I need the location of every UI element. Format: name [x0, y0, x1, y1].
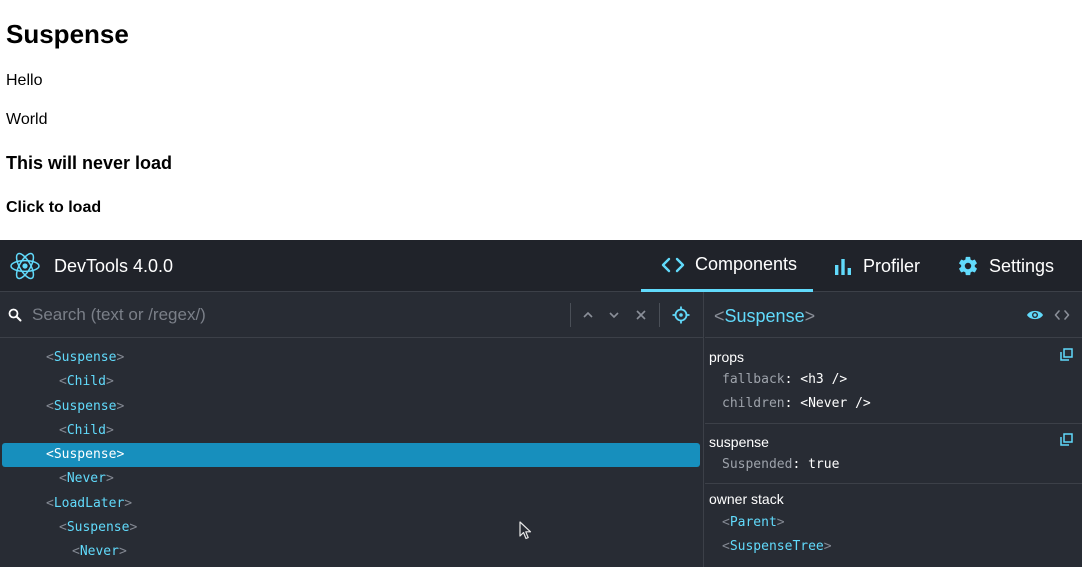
copy-icon[interactable]: [1060, 433, 1073, 446]
view-source-icon[interactable]: [1054, 308, 1070, 322]
prop-children[interactable]: children: <Never />: [722, 395, 871, 413]
click-to-load-button[interactable]: Click to load: [6, 198, 101, 218]
chevron-down-icon: [609, 312, 619, 319]
bar-chart-icon: [835, 259, 851, 275]
tree-row-loadlater[interactable]: <LoadLater>: [0, 492, 703, 516]
owner-suspensetree[interactable]: <SuspenseTree>: [722, 538, 832, 556]
prop-fallback[interactable]: fallback: <h3 />: [722, 371, 847, 389]
devtools-title: DevTools 4.0.0: [54, 256, 174, 276]
chevron-up-icon: [583, 311, 593, 318]
suspended-value[interactable]: Suspended: true: [722, 456, 839, 474]
page-title: Suspense: [6, 19, 129, 49]
props-section: props fallback: <h3 /> children: <Never …: [705, 338, 1082, 424]
tab-components[interactable]: Components: [641, 240, 813, 292]
search-bar: [0, 292, 703, 338]
tree-row-child[interactable]: <Child>: [0, 419, 703, 443]
suspense-title: suspense: [709, 434, 769, 450]
tree-row-suspense[interactable]: <Suspense>: [0, 516, 703, 540]
gear-icon: [959, 256, 977, 276]
clear-search-button[interactable]: [631, 305, 651, 325]
owner-stack-title: owner stack: [709, 491, 784, 507]
devtools-panel: DevTools 4.0.0 Components Profiler Setti…: [0, 240, 1082, 567]
tree-row-never[interactable]: <Never>: [0, 467, 703, 491]
mouse-cursor-icon: [519, 521, 532, 540]
tree-row-suspense-selected[interactable]: <Suspense>: [2, 443, 700, 467]
tab-settings[interactable]: Settings: [957, 240, 1054, 292]
tab-components-label: Components: [695, 254, 798, 274]
select-element-button[interactable]: [671, 305, 691, 325]
inspector-header: <Suspense>: [705, 292, 1082, 338]
close-icon: [636, 310, 646, 320]
previous-result-button[interactable]: [578, 305, 598, 325]
fallback-heading: This will never load: [6, 153, 173, 173]
eye-icon[interactable]: [1026, 308, 1044, 322]
code-icon: [661, 257, 685, 272]
paragraph-hello: Hello: [6, 72, 43, 89]
search-icon: [8, 308, 22, 322]
app-page: Suspense Hello World This will never loa…: [0, 0, 1082, 240]
tab-settings-label: Settings: [989, 255, 1055, 276]
crosshair-icon: [672, 306, 690, 324]
tree-row-never[interactable]: <Never>: [0, 540, 703, 564]
react-logo-icon: [10, 252, 40, 280]
copy-icon[interactable]: [1060, 348, 1073, 361]
tree-row-suspense[interactable]: <Suspense>: [0, 395, 703, 419]
owner-stack-section: owner stack <Parent> <SuspenseTree>: [705, 484, 1082, 567]
selected-component-name: <Suspense>: [714, 306, 816, 326]
devtools-topbar: DevTools 4.0.0 Components Profiler Setti…: [0, 240, 1082, 292]
inspector-panel: <Suspense> props fallback: <h3 /> childr…: [705, 292, 1082, 567]
next-result-button[interactable]: [604, 305, 624, 325]
search-input[interactable]: [28, 302, 566, 328]
search-divider-2: [659, 303, 660, 327]
tree-row-suspense[interactable]: <Suspense>: [0, 346, 703, 370]
component-tree-panel: <Suspense> <Child> <Suspense> <Child> <S…: [0, 292, 704, 567]
paragraph-world: World: [6, 111, 48, 128]
tab-profiler[interactable]: Profiler: [833, 240, 920, 292]
suspense-section: suspense Suspended: true: [705, 424, 1082, 484]
tab-profiler-label: Profiler: [863, 255, 921, 276]
search-divider: [570, 303, 571, 327]
props-title: props: [709, 349, 745, 365]
tree-row-child[interactable]: <Child>: [0, 370, 703, 394]
owner-parent[interactable]: <Parent>: [722, 514, 785, 532]
